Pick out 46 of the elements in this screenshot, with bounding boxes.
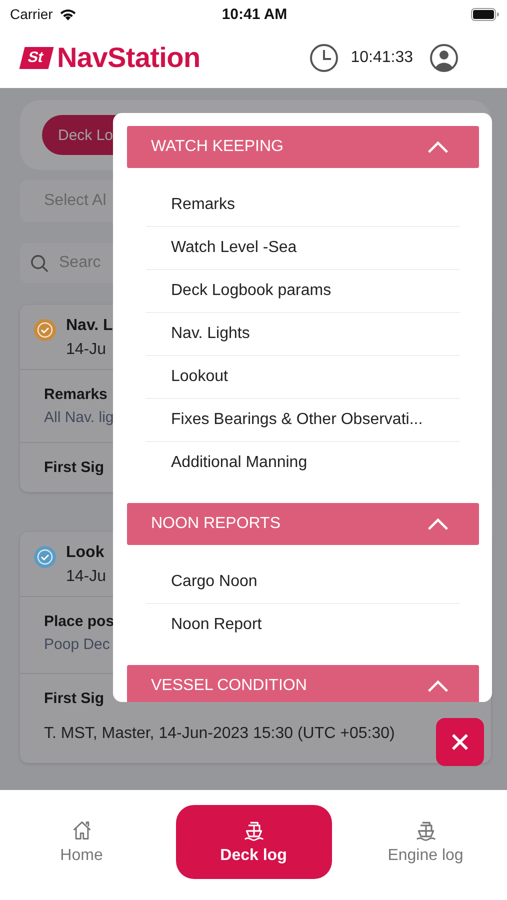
menu-item[interactable]: Remarks xyxy=(146,184,460,227)
field-label: First Sig xyxy=(44,459,104,476)
nav-tab[interactable]: Deck log xyxy=(176,805,332,879)
menu-item[interactable]: Lookout xyxy=(146,356,460,399)
section-title: WATCH KEEPING xyxy=(151,138,284,156)
field-value: Poop Dec xyxy=(44,636,110,653)
field-value: All Nav. lig xyxy=(44,409,114,426)
field-label: Remarks xyxy=(44,386,108,403)
ship-icon xyxy=(242,819,266,841)
section-title: VESSEL CONDITION xyxy=(151,677,307,695)
profile-icon[interactable] xyxy=(429,43,459,73)
carrier-name: Carrier xyxy=(10,6,53,22)
status-time: 10:41 AM xyxy=(222,6,288,22)
app-logo-text: NavStation xyxy=(57,42,200,74)
chevron-up-icon xyxy=(427,140,449,154)
section-header[interactable]: VESSEL CONDITION xyxy=(127,665,479,702)
entry-title: Nav. L xyxy=(66,317,113,335)
menu-item[interactable]: Nav. Lights xyxy=(146,313,460,356)
battery-icon xyxy=(471,8,499,20)
menu-item[interactable]: Fixes Bearings & Other Observati... xyxy=(146,399,460,442)
field-label: First Sig xyxy=(44,690,104,707)
section-header[interactable]: WATCH KEEPING xyxy=(127,126,479,168)
ship-icon xyxy=(414,819,438,841)
clock-time: 10:41:33 xyxy=(350,49,413,67)
nav-tab[interactable]: Home xyxy=(4,805,160,879)
nav-tab[interactable]: Engine log xyxy=(348,805,504,879)
field-value: T. MST, Master, 14-Jun-2023 15:30 (UTC +05:30) xyxy=(44,725,395,743)
menu-item[interactable]: Cargo Noon xyxy=(146,561,460,604)
section-header[interactable]: NOON REPORTS xyxy=(127,503,479,545)
entry-title: Look xyxy=(66,544,106,562)
section-title: NOON REPORTS xyxy=(151,515,280,533)
search-icon xyxy=(30,254,49,272)
entry-date: 14-Ju xyxy=(66,341,108,359)
clock-icon xyxy=(308,43,339,73)
logo-badge: St xyxy=(19,47,54,69)
menu-item[interactable]: Deck Logbook params xyxy=(146,270,460,313)
wifi-icon xyxy=(58,8,77,20)
field-label: Place pos xyxy=(44,613,114,630)
close-icon xyxy=(450,732,470,752)
entry-date: 14-Ju xyxy=(66,568,106,586)
menu-item[interactable]: Additional Manning xyxy=(146,442,460,484)
menu-item[interactable]: Noon Report xyxy=(146,604,460,646)
chevron-up-icon xyxy=(427,680,449,692)
chevron-up-icon xyxy=(427,518,449,530)
menu-item[interactable]: Watch Level -Sea xyxy=(146,227,460,270)
close-button[interactable] xyxy=(436,718,484,766)
